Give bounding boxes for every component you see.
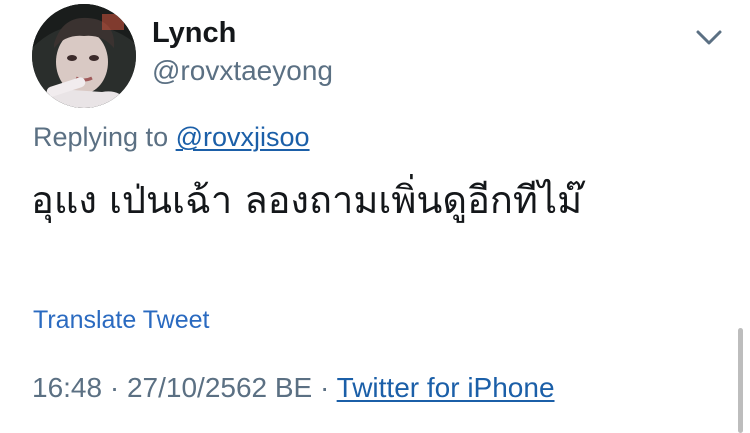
avatar[interactable] <box>32 4 136 108</box>
user-handle[interactable]: @rovxtaeyong <box>152 54 333 88</box>
tweet-time: 16:48 <box>32 372 103 403</box>
translate-tweet-link[interactable]: Translate Tweet <box>33 305 209 335</box>
tweet-date: 27/10/2562 BE <box>126 372 313 403</box>
chevron-down-icon[interactable] <box>692 22 726 52</box>
replying-to-label: Replying to <box>33 122 169 152</box>
tweet-source-link[interactable]: Twitter for iPhone <box>337 372 555 403</box>
replying-to: Replying to @rovxjisoo <box>33 121 310 153</box>
meta-separator: · <box>109 372 120 403</box>
profile-photo <box>32 4 136 108</box>
meta-separator: · <box>320 372 330 403</box>
tweet-metadata: 16:48 · 27/10/2562 BE · Twitter for iPho… <box>32 371 555 405</box>
reply-mention-link[interactable]: @rovxjisoo <box>176 122 310 152</box>
tweet-text: อุแง เป่นเฉ้า ลองถามเพิ่นดูอีกทีไม๊ <box>31 178 583 222</box>
display-name[interactable]: Lynch <box>152 16 236 50</box>
scrollbar[interactable] <box>738 328 743 433</box>
